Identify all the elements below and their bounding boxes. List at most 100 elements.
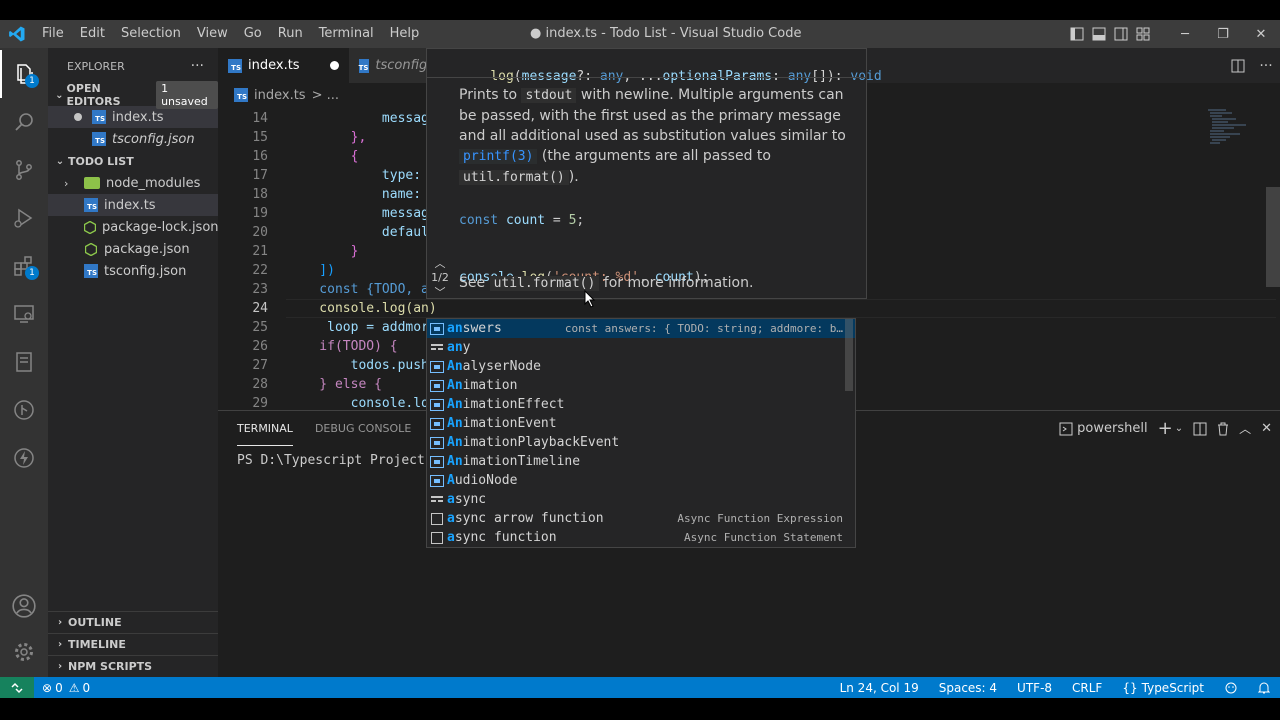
- suggestion-detail: const answers: { TODO: string; addmore: …: [564, 322, 843, 335]
- cursor-position[interactable]: Ln 24, Col 19: [830, 681, 929, 695]
- suggest-scrollbar[interactable]: [845, 319, 853, 391]
- unsaved-dot-icon[interactable]: [329, 61, 339, 70]
- tree-item-package-lock[interactable]: package-lock.json: [48, 216, 219, 238]
- toggle-panel-icon[interactable]: [1088, 20, 1110, 48]
- remote-explorer-icon[interactable]: [0, 290, 48, 338]
- more-actions-icon[interactable]: ···: [1252, 58, 1280, 74]
- search-icon[interactable]: [0, 98, 48, 146]
- open-editor-item-index[interactable]: TS index.ts: [48, 106, 218, 128]
- variable-icon: [427, 360, 447, 373]
- problems-indicator[interactable]: ⊗ 0 ⚠ 0: [42, 681, 90, 695]
- suggestion-item[interactable]: AnalyserNode: [427, 357, 855, 376]
- maximize-panel-chevron-up-icon[interactable]: ︿: [1239, 420, 1251, 437]
- npm-scripts-header[interactable]: › NPM SCRIPTS: [48, 655, 218, 677]
- suggestion-detail: Async Function Expression: [677, 512, 843, 525]
- close-window-icon[interactable]: ✕: [1242, 20, 1280, 48]
- suggestion-item[interactable]: AnimationEffect: [427, 395, 855, 414]
- editor-scrollbar[interactable]: [1266, 187, 1280, 287]
- kill-terminal-trash-icon[interactable]: [1217, 422, 1229, 436]
- project-header[interactable]: ⌄ TODO LIST: [48, 150, 218, 172]
- tree-item-index[interactable]: TS index.ts: [48, 194, 218, 216]
- suggestion-item[interactable]: AnimationPlaybackEvent: [427, 433, 855, 452]
- timeline-header[interactable]: › TIMELINE: [48, 633, 218, 655]
- split-terminal-icon[interactable]: [1193, 422, 1207, 436]
- split-editor-icon[interactable]: [1224, 59, 1252, 73]
- suggestion-item[interactable]: answers const answers: { TODO: string; ad…: [427, 319, 855, 338]
- tsconfig-file-icon: TS: [358, 58, 370, 73]
- variable-icon: [427, 455, 447, 468]
- tab-debug-console[interactable]: DEBUG CONSOLE: [315, 411, 411, 446]
- suggestion-item[interactable]: async function Async Function Statement: [427, 528, 855, 547]
- open-editors-label: OPEN EDITORS: [66, 82, 121, 108]
- suggestion-item[interactable]: AnimationTimeline: [427, 452, 855, 471]
- menu-view[interactable]: View: [189, 20, 236, 48]
- explorer-icon[interactable]: 1: [0, 50, 48, 98]
- suggestion-item[interactable]: async arrow function Async Function Expre…: [427, 509, 855, 528]
- new-terminal-plus-icon[interactable]: +: [1158, 418, 1173, 439]
- chevron-down-icon[interactable]: ⌄: [1175, 423, 1183, 434]
- restore-icon[interactable]: ❐: [1204, 20, 1242, 48]
- suggestion-label: any: [447, 340, 471, 355]
- line-ending[interactable]: CRLF: [1062, 681, 1112, 695]
- menu-go[interactable]: Go: [236, 20, 270, 48]
- suggestion-item[interactable]: AudioNode: [427, 471, 855, 490]
- indentation[interactable]: Spaces: 4: [929, 681, 1007, 695]
- tree-item-node-modules[interactable]: › node_modules: [48, 172, 218, 194]
- git-graph-icon[interactable]: [0, 386, 48, 434]
- tree-item-package[interactable]: package.json: [48, 238, 218, 260]
- close-panel-icon[interactable]: ✕: [1261, 421, 1272, 436]
- manage-gear-icon[interactable]: [0, 628, 48, 676]
- minimap[interactable]: [1206, 107, 1266, 167]
- terminal-shell-selector[interactable]: powershell: [1059, 421, 1148, 436]
- minimize-icon[interactable]: ─: [1166, 20, 1204, 48]
- tree-item-tsconfig[interactable]: TS tsconfig.json: [48, 260, 218, 282]
- accounts-icon[interactable]: [0, 582, 48, 630]
- run-debug-icon[interactable]: [0, 194, 48, 242]
- chevron-up-icon[interactable]: ︿: [427, 255, 453, 271]
- extensions-icon[interactable]: 1: [0, 242, 48, 290]
- lightning-icon[interactable]: [0, 434, 48, 482]
- source-control-icon[interactable]: [0, 146, 48, 194]
- open-editors-header[interactable]: ⌄ OPEN EDITORS 1 unsaved: [48, 81, 218, 109]
- printf-link[interactable]: printf(3): [459, 149, 538, 164]
- suggestion-item[interactable]: async: [427, 490, 855, 509]
- unsaved-dot-icon[interactable]: [74, 113, 82, 121]
- code-line: {: [288, 149, 359, 164]
- suggestion-detail: Async Function Statement: [684, 531, 843, 544]
- notebook-icon[interactable]: [0, 338, 48, 386]
- toggle-secondary-sidebar-icon[interactable]: [1110, 20, 1132, 48]
- file-encoding[interactable]: UTF-8: [1007, 681, 1062, 695]
- tab-terminal[interactable]: TERMINAL: [237, 411, 293, 446]
- notifications-bell-icon[interactable]: [1248, 681, 1280, 695]
- open-editor-item-tsconfig[interactable]: TS tsconfig.json: [48, 128, 218, 150]
- open-editor-label: tsconfig.json: [112, 131, 195, 147]
- customize-layout-icon[interactable]: [1132, 20, 1154, 48]
- menu-file[interactable]: File: [34, 20, 72, 48]
- menu-selection[interactable]: Selection: [113, 20, 189, 48]
- explorer-sidebar: EXPLORER ··· ⌄ OPEN EDITORS 1 unsaved TS…: [48, 48, 219, 677]
- menu-help[interactable]: Help: [382, 20, 428, 48]
- feedback-icon[interactable]: [1214, 681, 1248, 695]
- suggestion-label: Animation: [447, 378, 518, 393]
- variable-icon: [427, 436, 447, 449]
- nodejs-file-icon: [84, 220, 96, 234]
- more-actions-icon[interactable]: ···: [191, 58, 204, 74]
- terminal-output[interactable]: PS D:\Typescript Projects\: [237, 453, 441, 468]
- menu-run[interactable]: Run: [270, 20, 311, 48]
- code-line: type:: [288, 168, 422, 183]
- language-mode[interactable]: {} TypeScript: [1112, 681, 1214, 695]
- code-line: } else {: [288, 377, 382, 392]
- suggestion-item[interactable]: AnimationEvent: [427, 414, 855, 433]
- suggestion-label: AnalyserNode: [447, 359, 541, 374]
- breadcrumb-rest[interactable]: > ...: [312, 88, 339, 103]
- toggle-sidebar-icon[interactable]: [1066, 20, 1088, 48]
- menu-edit[interactable]: Edit: [72, 20, 113, 48]
- outline-header[interactable]: › OUTLINE: [48, 611, 218, 633]
- breadcrumb-file[interactable]: index.ts: [254, 88, 306, 103]
- tab-index-ts[interactable]: TS index.ts: [218, 48, 349, 83]
- menu-terminal[interactable]: Terminal: [311, 20, 382, 48]
- suggestion-item[interactable]: Animation: [427, 376, 855, 395]
- chevron-down-icon[interactable]: ﹀: [427, 284, 453, 300]
- suggestion-item[interactable]: any: [427, 338, 855, 357]
- remote-indicator-icon[interactable]: [0, 677, 34, 699]
